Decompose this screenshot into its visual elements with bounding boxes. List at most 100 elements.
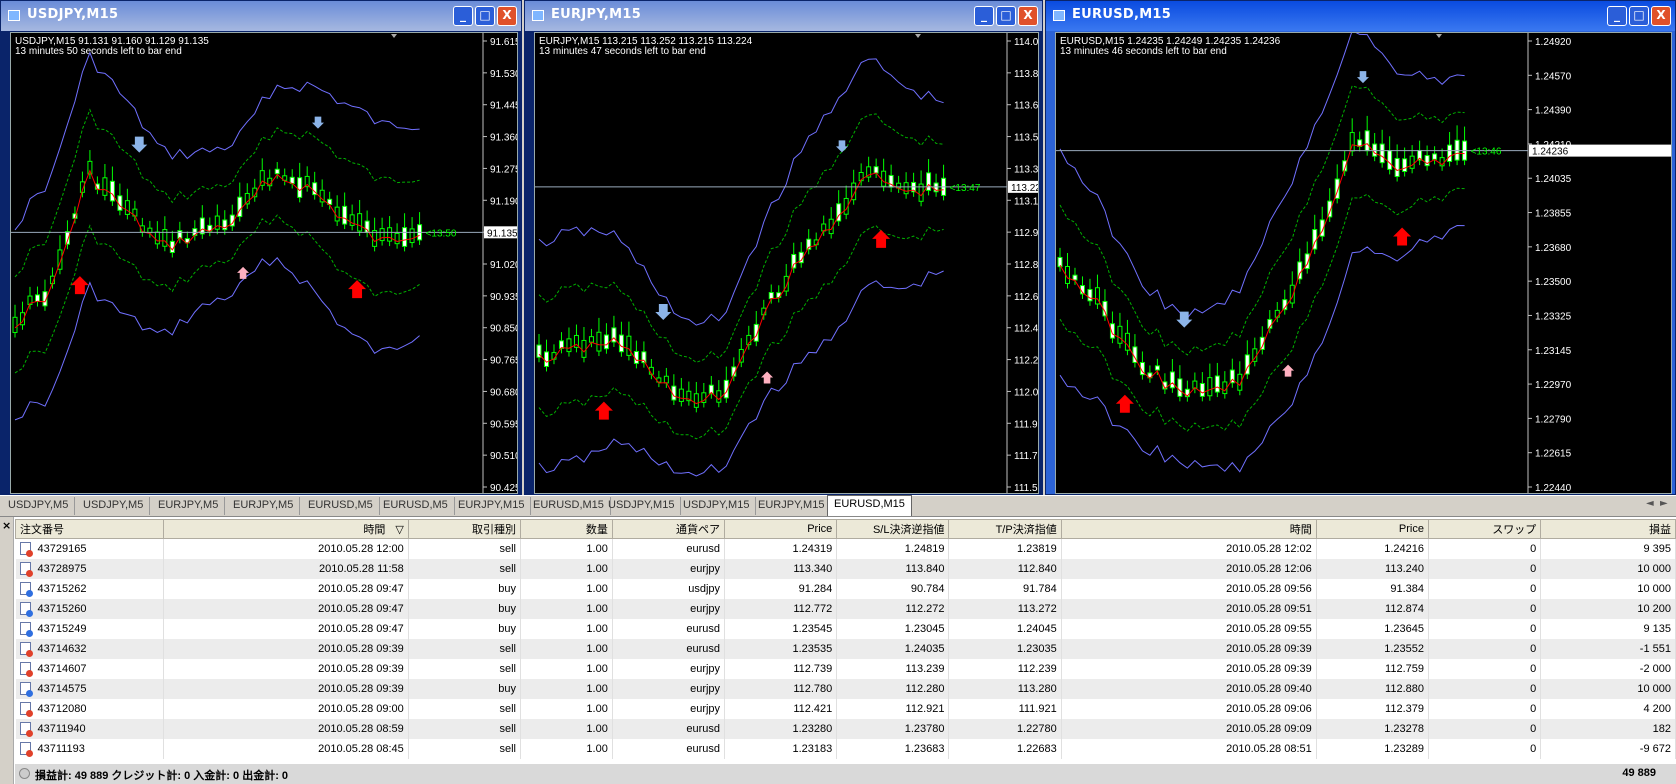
cell-value: 112.280 [905,682,945,695]
cell-value: 112.379 [1385,702,1424,715]
chart-window-3[interactable]: EURUSD,M15 _ □ X 1.24920 1.24570 1.24390 1.… [1045,0,1676,495]
chart-tab[interactable]: USDJPY,M5 [77,497,151,515]
cell-value: 2010.05.28 09:47 [318,602,404,615]
chart-window-titlebar[interactable]: USDJPY,M15 _ □ X [1,1,521,31]
column-header[interactable]: 損益 [1540,519,1676,539]
table-cell: 43715262 [15,578,164,599]
column-header[interactable]: 時間 [1060,519,1317,539]
chart-tab[interactable]: EURUSD,M5 [302,497,380,515]
close-button[interactable]: X [497,6,517,26]
chart-window-1[interactable]: USDJPY,M15 _ □ X 91.615 91.530 91.445 91.36… [0,0,522,495]
maximize-button[interactable]: □ [996,6,1016,26]
price-axis-label: 90.935 [490,292,518,303]
minimize-button[interactable]: _ [453,6,473,26]
table-row[interactable]: 43729165 2010.05.28 12:00 sell 1.00 eurusd 1.… [15,538,1676,559]
bar-countdown: <13:46 [1471,147,1502,158]
cell-value: -9 672 [1639,742,1671,755]
table-cell: 0 [1428,558,1542,579]
table-row[interactable]: 43714575 2010.05.28 09:39 buy 1.00 eurjpy 112… [15,678,1676,699]
table-cell: eurjpy [612,558,726,579]
cell-value: 2010.05.28 09:39 [318,662,404,675]
column-header[interactable]: スワップ [1427,519,1542,539]
chart-tab[interactable]: USDJPY,M15 [602,497,682,515]
column-header[interactable]: 注文番号 [15,519,164,539]
minimize-button[interactable]: _ [1607,6,1627,26]
column-header[interactable]: S/L決済逆指値 [836,519,950,539]
price-chart[interactable]: 91.615 91.530 91.445 91.360 91.275 91.190 91.1… [10,32,518,494]
chart-window-titlebar[interactable]: EURJPY,M15 _ □ X [525,1,1042,31]
minimize-button[interactable]: _ [974,6,994,26]
table-row[interactable]: 43714632 2010.05.28 09:39 sell 1.00 eurusd 1.… [15,638,1676,659]
chart-tab[interactable]: EURJPY,M15 [752,497,832,515]
tab-scroll-left-icon[interactable]: ◄ [1646,498,1654,509]
column-header[interactable]: 時間 ▽ [162,519,409,539]
chart-window-titlebar[interactable]: EURUSD,M15 _ □ X [1046,1,1675,31]
table-cell: 43714607 [15,658,164,679]
buy-signal-arrow-icon [1115,394,1134,413]
column-header[interactable]: 通貨ペア [611,519,726,539]
cell-value: 10 200 [1637,602,1671,615]
terminal-close-button[interactable]: × [2,519,11,532]
cell-value: 43715260 [37,602,87,615]
cell-value: 2010.05.28 11:58 [318,562,404,575]
cell-value: 1.00 [586,582,608,595]
chart-tab[interactable]: EURJPY,M5 [152,497,226,515]
column-header[interactable]: Price [724,519,838,539]
table-cell: sell [408,558,522,579]
chart-tab[interactable]: EURUSD,M15 [527,497,611,515]
column-header[interactable]: 取引種別 [407,519,522,539]
cell-value: 0 [1530,702,1537,715]
price-axis-label: 111.915 [1014,419,1039,430]
cell-value: 1.23819 [1016,542,1057,555]
table-row[interactable]: 43712080 2010.05.28 09:00 sell 1.00 eurjpy 11… [15,698,1676,719]
cell-value: 2010.05.28 09:47 [318,582,404,595]
close-button[interactable]: X [1018,6,1038,26]
price-axis-label: 112.265 [1014,356,1039,367]
chart-tab[interactable]: USDJPY,M15 [677,497,757,515]
price-chart[interactable]: 1.249201.245701.243901.242101.240351.238… [1055,32,1672,494]
table-cell: 43729165 [15,538,164,559]
column-header[interactable]: 数量 [520,519,613,539]
cell-value: 0 [1530,682,1537,695]
table-cell: 2010.05.28 09:56 [1061,578,1317,599]
table-cell: 112.921 [836,698,950,719]
cell-value: 0 [1530,622,1537,635]
column-header[interactable]: Price [1315,519,1429,539]
cell-value: 91.284 [798,582,833,595]
column-header[interactable]: T/P決済指値 [948,519,1062,539]
table-row[interactable]: 43714607 2010.05.28 09:39 sell 1.00 eurjpy 11… [15,658,1676,679]
cell-value: 1.23278 [1384,722,1424,735]
cell-value: sell [499,742,517,755]
table-row[interactable]: 43715249 2010.05.28 09:47 buy 1.00 eurusd 1.2… [15,618,1676,639]
table-row[interactable]: 43711193 2010.05.28 08:45 sell 1.00 eurusd 1.… [15,738,1676,759]
chart-tab[interactable]: EURJPY,M5 [227,497,301,515]
table-row[interactable]: 43711940 2010.05.28 08:59 sell 1.00 eurusd 1.… [15,718,1676,739]
table-cell: 113.272 [948,598,1062,619]
table-cell: 2010.05.28 09:47 [163,578,409,599]
order-document-icon [19,741,33,757]
table-row[interactable]: 43715262 2010.05.28 09:47 buy 1.00 usdjpy 91.… [15,578,1676,599]
price-chart[interactable]: 114.040 113.860 113.685 113.510 113.330 113.1… [534,32,1039,494]
cell-value: 43728975 [37,562,87,575]
maximize-button[interactable]: □ [1629,6,1649,26]
table-row[interactable]: 43715260 2010.05.28 09:47 buy 1.00 eurjpy 112… [15,598,1676,619]
price-axis-label: 112.620 [1014,292,1039,303]
price-axis-label: 90.510 [490,451,518,462]
price-axis-label: 113.860 [1014,69,1039,80]
cell-value: eurjpy [690,602,721,615]
tab-scroll-right-icon[interactable]: ► [1660,498,1668,509]
table-cell: 0 [1428,638,1542,659]
chart-tab[interactable]: USDJPY,M5 [2,497,76,515]
table-cell: 1.23683 [836,738,950,759]
close-button[interactable]: X [1651,6,1671,26]
chart-tab[interactable]: EURJPY,M15 [452,497,532,515]
chart-window-2[interactable]: EURJPY,M15 _ □ X 114.040113.860113.68511… [524,0,1043,495]
sell-signal-arrow-icon [1176,311,1193,328]
table-cell: sell [408,718,522,739]
cell-value: 1.23552 [1384,642,1424,655]
chart-tab[interactable]: EURUSD,M5 [377,497,455,515]
table-cell: 2010.05.28 09:39 [163,638,409,659]
chart-tab[interactable]: EURUSD,M15 [827,495,912,516]
table-row[interactable]: 43728975 2010.05.28 11:58 sell 1.00 eurjpy 11… [15,558,1676,579]
maximize-button[interactable]: □ [475,6,495,26]
